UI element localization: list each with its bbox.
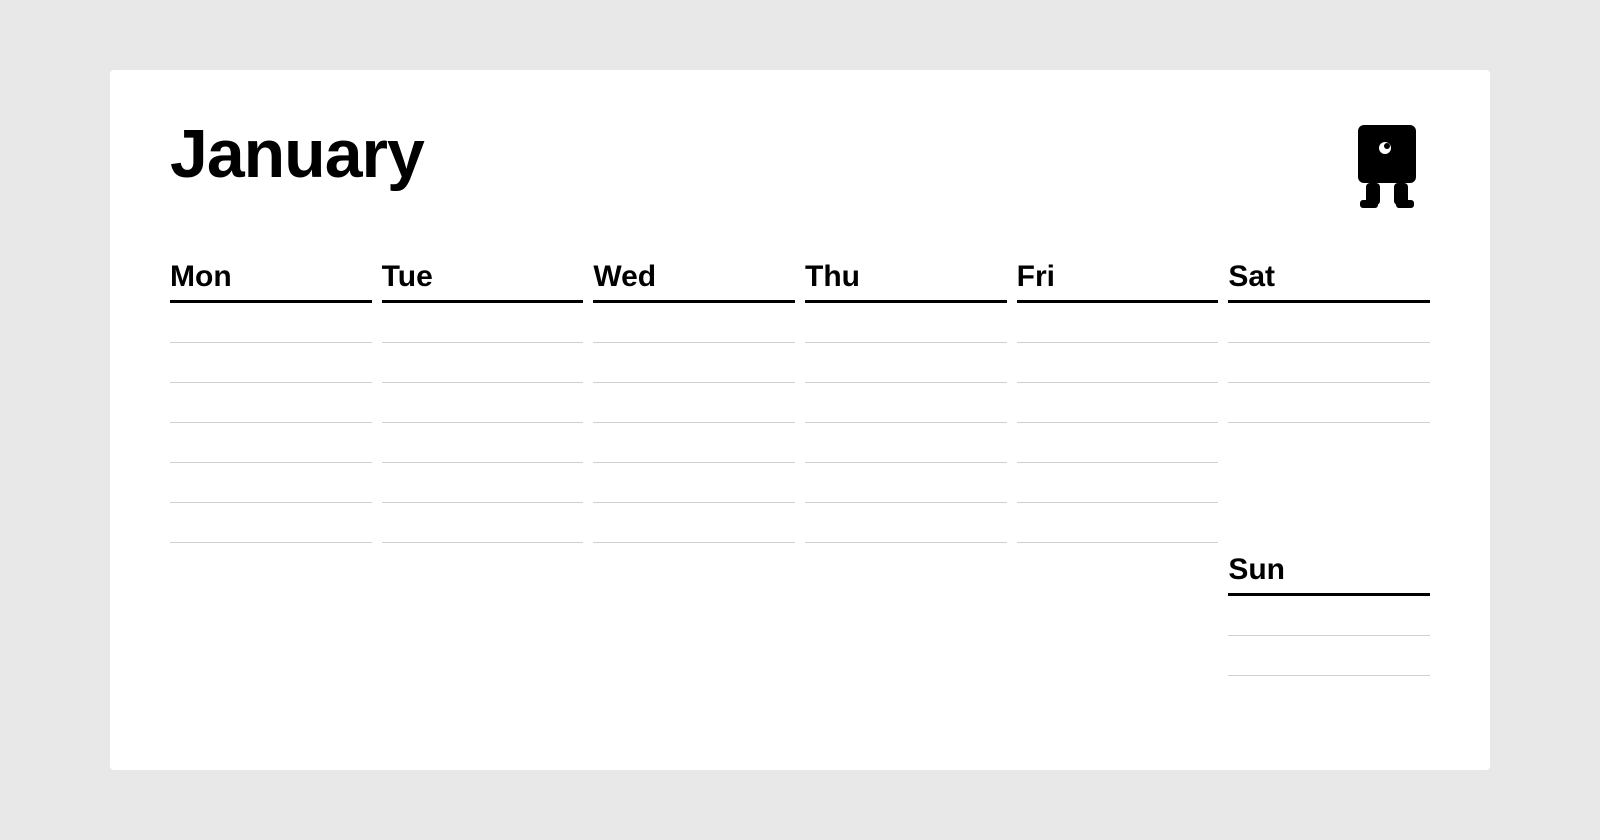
col-header-thu: Thu xyxy=(805,260,1007,303)
calendar-card: January Mon xyxy=(110,70,1490,770)
month-title: January xyxy=(170,120,424,188)
row-line xyxy=(805,343,1007,383)
row-line xyxy=(1228,596,1430,636)
calendar-header: January xyxy=(170,120,1430,210)
row-line xyxy=(805,383,1007,423)
row-line xyxy=(805,463,1007,503)
row-line xyxy=(593,423,795,463)
row-line xyxy=(593,503,795,543)
row-line xyxy=(805,423,1007,463)
row-line xyxy=(1017,423,1219,463)
row-line xyxy=(382,423,584,463)
row-line xyxy=(1228,303,1430,343)
row-line xyxy=(1017,303,1219,343)
row-line xyxy=(170,343,372,383)
row-line xyxy=(170,503,372,543)
row-line xyxy=(593,343,795,383)
row-line xyxy=(1017,463,1219,503)
row-line xyxy=(805,503,1007,543)
row-line xyxy=(382,463,584,503)
row-line xyxy=(170,303,372,343)
row-line xyxy=(382,343,584,383)
col-mon: Mon xyxy=(170,260,372,676)
col-header-fri: Fri xyxy=(1017,260,1219,303)
col-tue: Tue xyxy=(382,260,584,676)
row-line xyxy=(170,383,372,423)
col-header-sun: Sun xyxy=(1228,553,1430,596)
day-label-sun: Sun xyxy=(1228,553,1285,586)
row-line xyxy=(1017,383,1219,423)
row-line xyxy=(382,303,584,343)
row-line xyxy=(1017,503,1219,543)
row-line xyxy=(593,303,795,343)
day-label-tue: Tue xyxy=(382,260,433,293)
row-line xyxy=(805,303,1007,343)
col-fri: Fri xyxy=(1017,260,1219,676)
calendar-body: Mon Tue Wed xyxy=(170,260,1430,676)
row-line xyxy=(593,383,795,423)
row-line xyxy=(593,463,795,503)
day-label-mon: Mon xyxy=(170,260,232,293)
col-header-wed: Wed xyxy=(593,260,795,303)
day-label-wed: Wed xyxy=(593,260,656,293)
row-line xyxy=(382,383,584,423)
col-thu: Thu xyxy=(805,260,1007,676)
col-header-sat: Sat xyxy=(1228,260,1430,303)
day-label-sat: Sat xyxy=(1228,260,1275,293)
col-sat-sun: Sat Sun xyxy=(1228,260,1430,676)
monster-icon xyxy=(1350,120,1430,210)
day-label-fri: Fri xyxy=(1017,260,1055,293)
col-header-tue: Tue xyxy=(382,260,584,303)
col-header-mon: Mon xyxy=(170,260,372,303)
row-line xyxy=(1228,343,1430,383)
col-wed: Wed xyxy=(593,260,795,676)
row-line xyxy=(170,463,372,503)
row-line xyxy=(170,423,372,463)
day-label-thu: Thu xyxy=(805,260,860,293)
row-line xyxy=(1228,383,1430,423)
row-line xyxy=(1017,343,1219,383)
row-line xyxy=(382,503,584,543)
row-line xyxy=(1228,636,1430,676)
